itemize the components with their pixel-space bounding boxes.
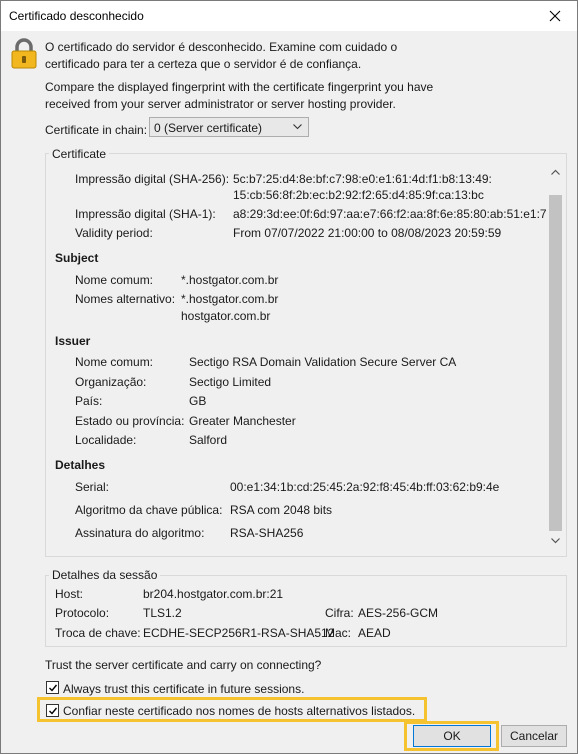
subject-common-name: *.hostgator.com.br [181, 273, 279, 287]
sha1-label: Impressão digital (SHA-1): [75, 207, 216, 221]
session-group-title: Detalhes da sessão [49, 568, 161, 582]
sha1-value: a8:29:3d:ee:0f:6d:97:aa:e7:66:f2:aa:8f:6… [233, 207, 554, 221]
cancel-button[interactable]: Cancelar [501, 725, 567, 747]
serial-value: 00:e1:34:1b:cd:25:45:2a:92:f8:45:4b:ff:0… [230, 480, 500, 494]
host-value: br204.hostgator.com.br:21 [143, 587, 284, 601]
pubkey-value: RSA com 2048 bits [230, 503, 333, 517]
subject-alt-name-1: *.hostgator.com.br [181, 292, 279, 306]
issuer-state-label: Estado ou província: [75, 414, 185, 428]
warning-line-1: O certificado do servidor é desconhecido… [45, 40, 398, 54]
host-label: Host: [55, 587, 84, 601]
validity-value: From 07/07/2022 21:00:00 to 08/08/2023 2… [233, 226, 502, 240]
issuer-common-name: Sectigo RSA Domain Validation Secure Ser… [189, 355, 457, 369]
always-trust-checkbox[interactable] [46, 681, 59, 694]
chain-select-value: 0 (Server certificate) [154, 121, 263, 135]
issuer-org-label: Organização: [75, 375, 147, 389]
subject-alt-name-2: hostgator.com.br [181, 309, 271, 323]
checkmark-icon [49, 684, 58, 692]
compare-line-1: Compare the displayed fingerprint with t… [45, 80, 434, 94]
chain-select[interactable]: 0 (Server certificate) [149, 117, 309, 137]
lock-icon [11, 38, 37, 69]
protocol-value: TLS1.2 [143, 606, 182, 620]
subject-common-name-label: Nome comum: [75, 273, 154, 287]
issuer-locality: Salford [189, 433, 228, 447]
sigalg-value: RSA-SHA256 [230, 526, 304, 540]
alt-hosts-checkbox[interactable] [46, 704, 59, 717]
window-title: Certificado desconhecido [9, 9, 144, 23]
protocol-label: Protocolo: [55, 606, 110, 620]
issuer-country-label: País: [75, 394, 103, 408]
scroll-down-icon[interactable] [551, 538, 560, 544]
sha256-value-1: 5c:b7:25:d4:8e:bf:c7:98:e0:e1:61:4d:f1:b… [233, 172, 492, 186]
chevron-down-icon [293, 124, 302, 130]
chain-label: Certificate in chain: [45, 123, 148, 137]
certificate-dialog: Certificado desconhecido O certificado d… [0, 0, 578, 754]
subject-alt-names-label: Nomes alternativo: [75, 292, 176, 306]
issuer-org: Sectigo Limited [189, 375, 272, 389]
issuer-country: GB [189, 394, 207, 408]
title-bar: Certificado desconhecido [1, 1, 577, 31]
issuer-state: Greater Manchester [189, 414, 296, 428]
sha256-label: Impressão digital (SHA-256): [75, 172, 230, 186]
validity-label: Validity period: [75, 226, 153, 240]
details-heading: Detalhes [55, 458, 106, 472]
trust-prompt: Trust the server certificate and carry o… [45, 658, 322, 672]
warning-line-2: certificado para ter a certeza que o ser… [45, 57, 362, 71]
kex-value: ECDHE-SECP256R1-RSA-SHA512 [143, 626, 335, 640]
ok-button[interactable]: OK [413, 725, 491, 747]
mac-value: AEAD [358, 626, 391, 640]
always-trust-label[interactable]: Always trust this certificate in future … [63, 682, 304, 696]
sigalg-label: Assinatura do algoritmo: [75, 526, 205, 540]
scroll-up-icon[interactable] [551, 169, 560, 175]
cipher-label: Cifra: [325, 606, 354, 620]
close-icon [549, 10, 561, 22]
sha256-value-2: 15:cb:56:8f:2b:ec:b2:92:f2:65:d4:85:9f:c… [233, 188, 484, 202]
subject-heading: Subject [55, 251, 99, 265]
serial-label: Serial: [75, 480, 110, 494]
issuer-locality-label: Localidade: [75, 433, 137, 447]
kex-label: Troca de chave: [55, 626, 141, 640]
cipher-value: AES-256-GCM [358, 606, 439, 620]
close-button[interactable] [533, 1, 577, 31]
certificate-group-title: Certificate [49, 147, 110, 161]
pubkey-label: Algoritmo da chave pública: [75, 503, 223, 517]
issuer-common-name-label: Nome comum: [75, 355, 154, 369]
mac-label: Mac: [325, 626, 352, 640]
issuer-heading: Issuer [55, 334, 91, 348]
scrollbar-thumb[interactable] [549, 195, 562, 531]
alt-hosts-label[interactable]: Confiar neste certificado nos nomes de h… [63, 704, 415, 718]
compare-line-2: received from your server administrator … [45, 97, 396, 111]
checkmark-icon [49, 707, 58, 715]
certificate-scrollbar[interactable] [547, 161, 564, 553]
